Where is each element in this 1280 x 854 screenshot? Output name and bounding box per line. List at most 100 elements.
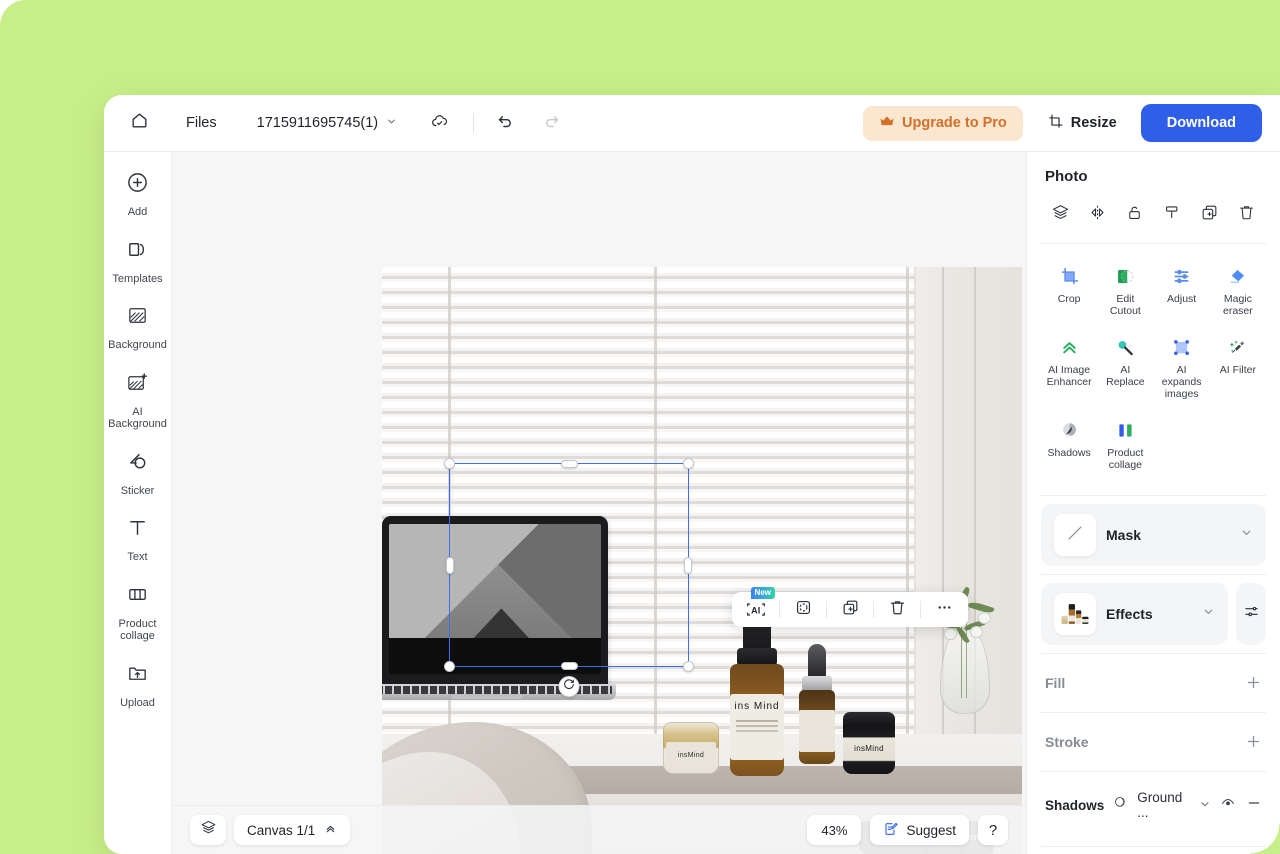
- minus-icon[interactable]: [1246, 795, 1262, 816]
- tool-label: AI expands images: [1161, 364, 1202, 400]
- ai-expand-icon: [1171, 336, 1193, 358]
- tool-product-collage[interactable]: Product collage: [1097, 412, 1153, 477]
- product-label: insMind: [666, 742, 716, 768]
- flip-button[interactable]: [1082, 201, 1112, 229]
- mask-thumbnail: [1054, 514, 1096, 556]
- ai-label: AI: [751, 605, 761, 615]
- layers-icon: [1051, 203, 1070, 227]
- toolbar-divider: [920, 601, 921, 618]
- lock-button[interactable]: [1120, 201, 1150, 229]
- tool-label: Adjust: [1167, 293, 1197, 305]
- duplicate-button[interactable]: [1195, 201, 1225, 229]
- add-fill-button[interactable]: [1245, 674, 1262, 692]
- tool-crop[interactable]: Crop: [1041, 258, 1097, 323]
- text-icon: [126, 516, 149, 544]
- cutout-button[interactable]: [785, 595, 821, 624]
- effects-label: Effects: [1106, 606, 1153, 622]
- document-title-dropdown[interactable]: 1715911695745(1): [251, 109, 403, 137]
- mask-row[interactable]: Mask: [1041, 504, 1266, 566]
- upgrade-to-pro-button[interactable]: Upgrade to Pro: [863, 105, 1023, 141]
- delete-button[interactable]: [879, 595, 915, 624]
- effects-row[interactable]: Effects: [1041, 583, 1228, 645]
- tool-label: Shadows: [1047, 447, 1091, 459]
- delete-button[interactable]: [1232, 201, 1262, 229]
- resize-icon: [1047, 113, 1064, 134]
- tool-ai-replace[interactable]: AI Replace: [1097, 329, 1153, 406]
- download-button[interactable]: Download: [1140, 104, 1262, 142]
- trash-icon: [1237, 203, 1256, 227]
- sidebar-item-background[interactable]: Background: [106, 295, 170, 357]
- undo-icon: [496, 111, 515, 135]
- canvas-area[interactable]: insMind ins Mind insMind AI New: [172, 152, 1026, 854]
- paint-roller-icon: [1163, 203, 1182, 227]
- sidebar-item-add[interactable]: Add: [106, 162, 170, 224]
- tool-shadows[interactable]: Shadows: [1041, 412, 1097, 477]
- help-button[interactable]: ?: [978, 815, 1008, 845]
- sidebar-item-label: Add: [127, 206, 148, 218]
- tool-label: AI Replace: [1106, 364, 1145, 388]
- files-menu-button[interactable]: Files: [178, 109, 225, 137]
- resize-button[interactable]: Resize: [1039, 104, 1125, 143]
- sidebar-item-product-collage[interactable]: Product collage: [106, 574, 170, 648]
- adjust-icon: [1171, 265, 1193, 287]
- tool-adjust[interactable]: Adjust: [1154, 258, 1210, 323]
- ai-background-icon: [126, 371, 149, 399]
- sidebar-item-templates[interactable]: Templates: [106, 229, 170, 291]
- sidebar-item-sticker[interactable]: Sticker: [106, 441, 170, 503]
- sidebar-item-text[interactable]: Text: [106, 507, 170, 569]
- stroke-row: Stroke: [1041, 712, 1266, 771]
- product-thumbnail-icon: [1061, 604, 1089, 624]
- product-jar-left: insMind: [663, 722, 719, 774]
- layer-order-button[interactable]: [1045, 201, 1075, 229]
- right-properties-panel: Photo Crop Edit Cutout Adjust Magic eras…: [1026, 152, 1280, 854]
- duplicate-plus-icon: [841, 598, 860, 622]
- bottombar-right: 43% Suggest ?: [807, 815, 1008, 845]
- artboard[interactable]: insMind ins Mind insMind: [382, 267, 1022, 854]
- tool-label: Magic eraser: [1222, 293, 1253, 317]
- panel-divider: [1041, 846, 1266, 847]
- sidebar-item-upload[interactable]: Upload: [106, 653, 170, 715]
- tool-ai-image-enhancer[interactable]: AI Image Enhancer: [1041, 329, 1097, 406]
- paint-button[interactable]: [1157, 201, 1187, 229]
- effects-settings-button[interactable]: [1236, 583, 1266, 645]
- cloud-save-button[interactable]: [425, 108, 455, 138]
- tool-ai-expands-images[interactable]: AI expands images: [1154, 329, 1210, 406]
- shadows-label: Shadows: [1045, 797, 1105, 813]
- more-button[interactable]: [926, 595, 962, 624]
- add-stroke-button[interactable]: [1245, 733, 1262, 751]
- zoom-level-button[interactable]: 43%: [807, 815, 862, 845]
- sidebar-item-label: Product collage: [118, 617, 157, 643]
- templates-icon: [126, 238, 149, 266]
- left-sidebar: Add Templates Background AI Background S…: [104, 152, 172, 854]
- canvas-pager-button[interactable]: Canvas 1/1: [234, 815, 351, 845]
- undo-button[interactable]: [490, 108, 520, 138]
- shadow-type-select[interactable]: Ground ...: [1137, 790, 1211, 820]
- tool-edit-cutout[interactable]: Edit Cutout: [1097, 258, 1153, 323]
- sidebar-item-ai-background[interactable]: AI Background: [106, 362, 170, 436]
- layers-button[interactable]: [190, 815, 226, 845]
- flip-horizontal-icon: [1088, 203, 1107, 227]
- suggest-note-icon: [883, 821, 899, 840]
- trash-icon: [888, 598, 907, 622]
- ellipsis-icon: [935, 598, 954, 622]
- eye-icon[interactable]: [1220, 795, 1236, 816]
- toolbar-divider: [779, 601, 780, 618]
- shadow-sphere-icon: [1113, 795, 1128, 815]
- product-brand-label: ins Mind: [734, 701, 780, 712]
- ai-button[interactable]: AI New: [738, 587, 775, 624]
- sidebar-item-label: Templates: [112, 272, 163, 285]
- shadow-type-value: Ground ...: [1137, 790, 1183, 820]
- bottom-toolbar: Canvas 1/1 43% Suggest ?: [172, 805, 1026, 854]
- photo-tools-grid: Crop Edit Cutout Adjust Magic eraser AI …: [1041, 244, 1266, 487]
- product-collage-icon: [126, 583, 149, 611]
- home-button[interactable]: [122, 106, 156, 140]
- panel-divider: [1041, 495, 1266, 496]
- canvas-pager-label: Canvas 1/1: [247, 822, 316, 838]
- sticker-icon: [126, 450, 149, 478]
- tool-ai-filter[interactable]: AI Filter: [1210, 329, 1266, 406]
- chevron-down-icon: [1202, 605, 1215, 623]
- duplicate-button[interactable]: [832, 595, 868, 624]
- redo-button[interactable]: [536, 108, 566, 138]
- tool-magic-eraser[interactable]: Magic eraser: [1210, 258, 1266, 323]
- suggest-button[interactable]: Suggest: [870, 815, 969, 845]
